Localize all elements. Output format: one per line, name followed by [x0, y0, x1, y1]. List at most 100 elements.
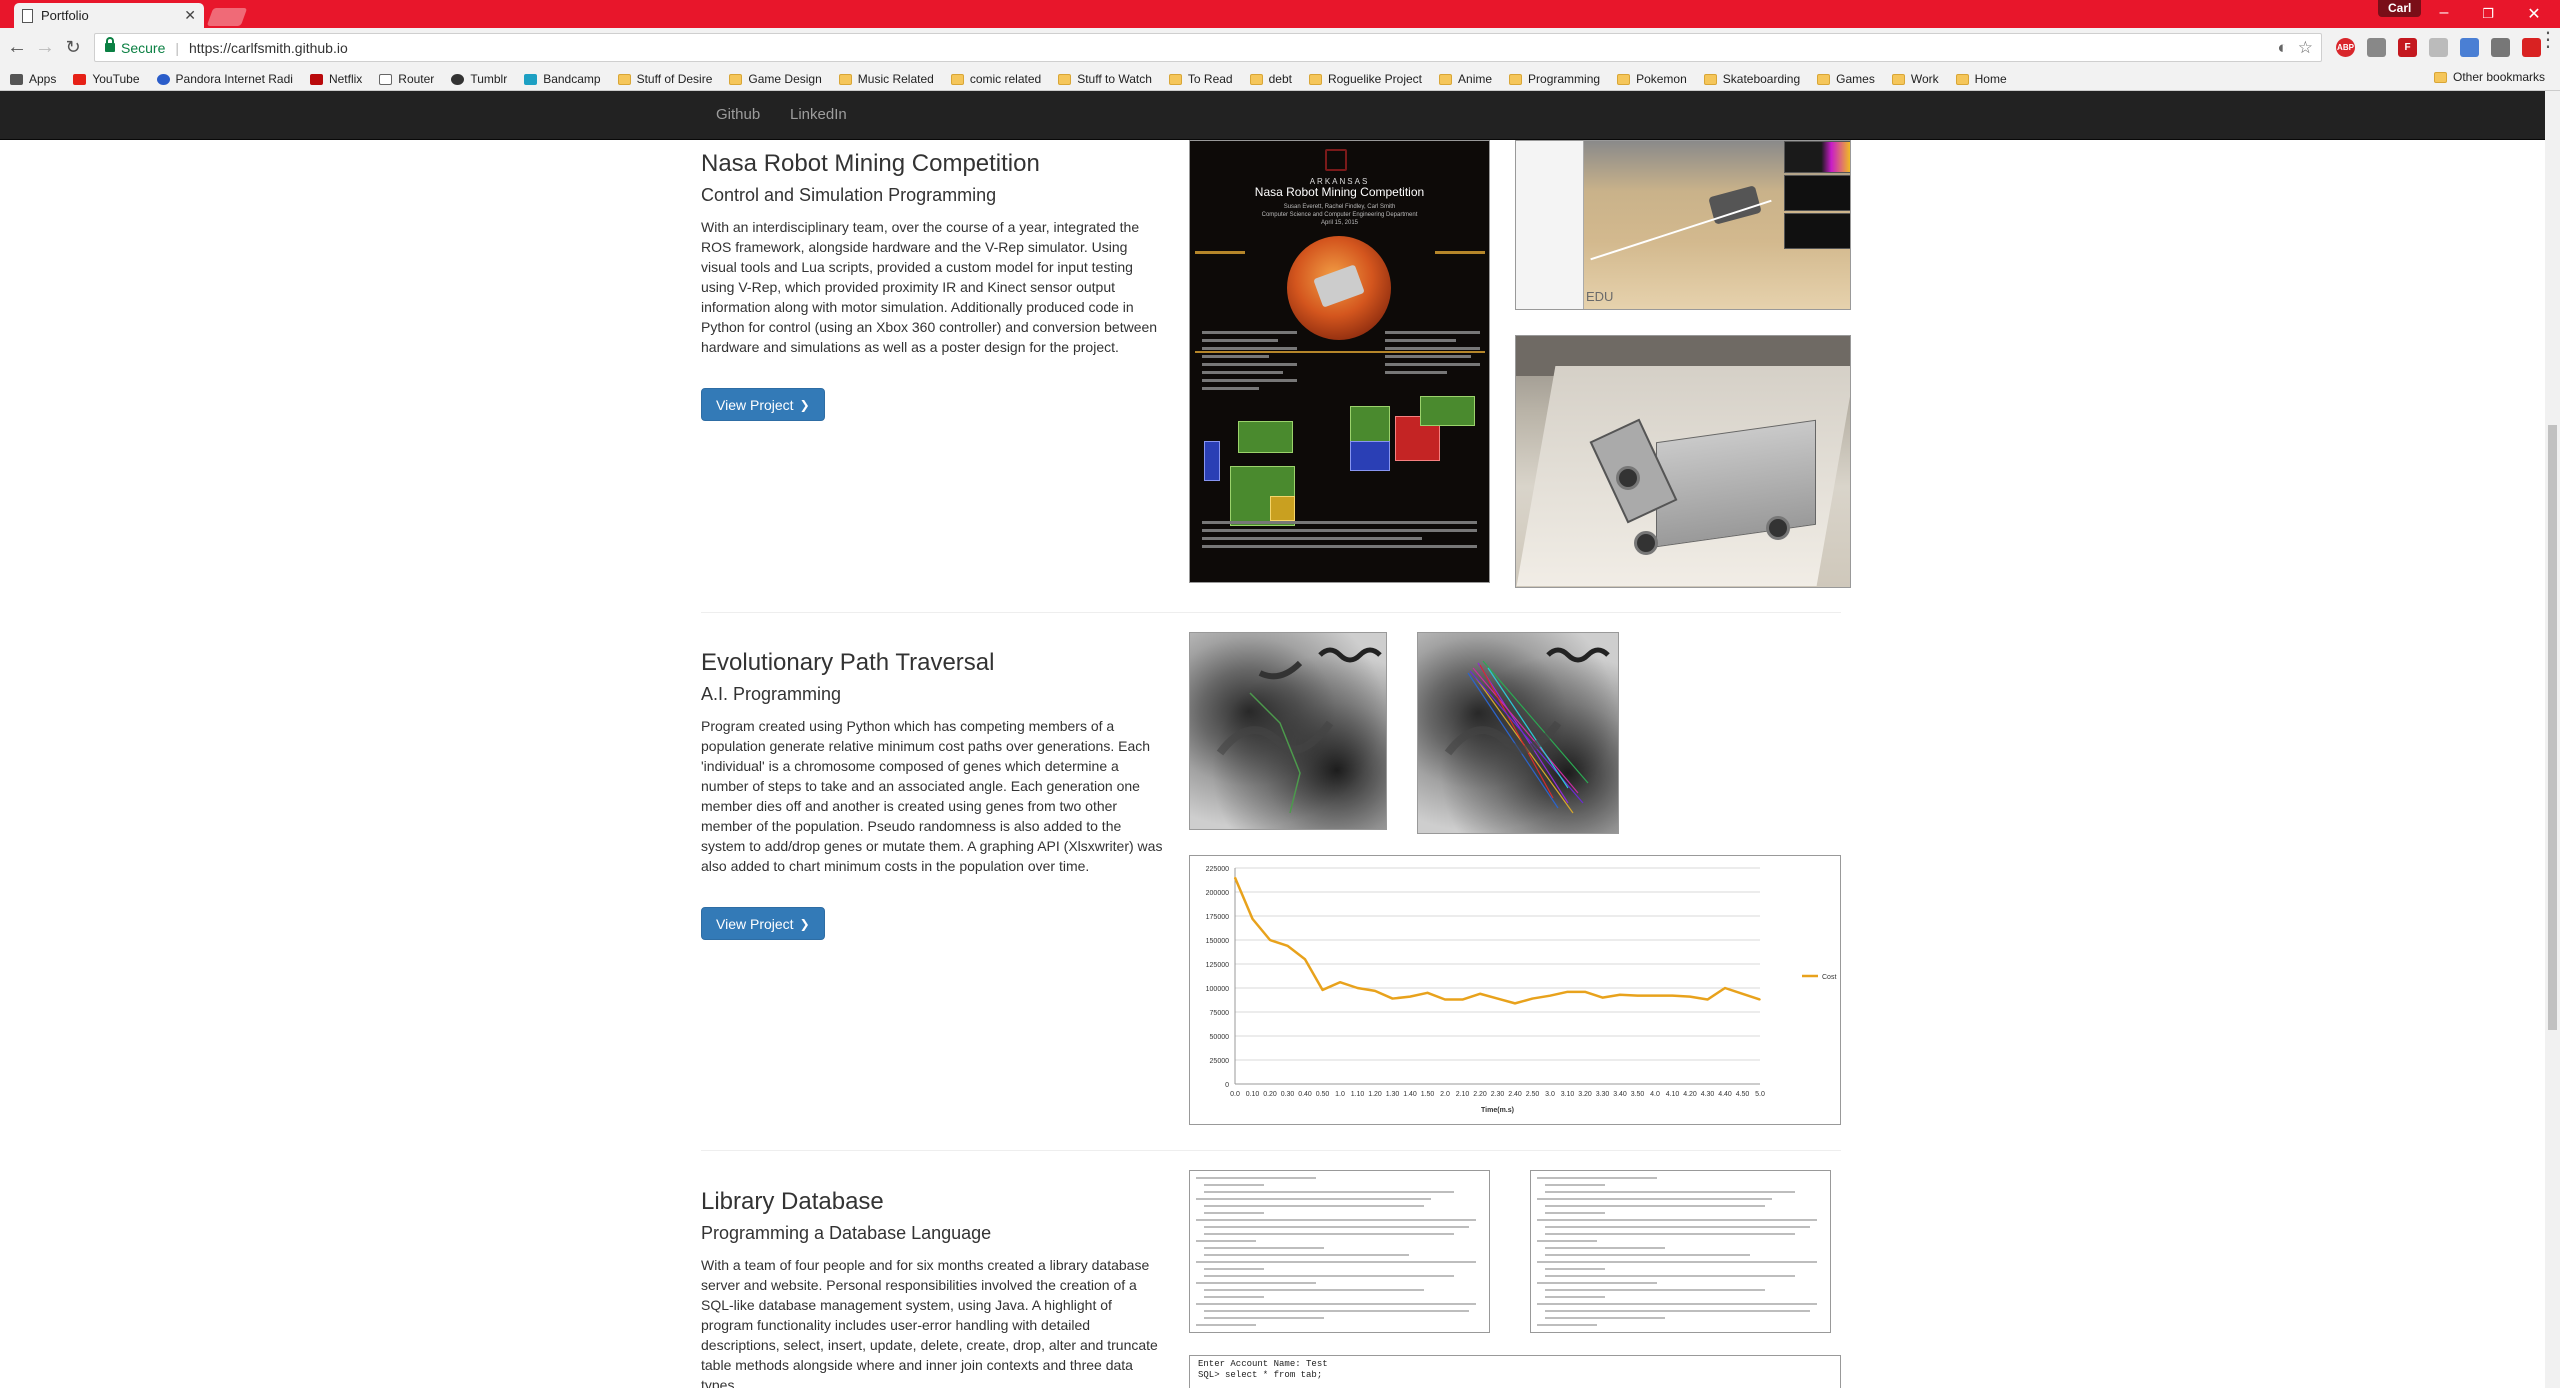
robot-wheel: [1766, 516, 1790, 540]
bookmark-item[interactable]: Work: [1891, 72, 1939, 86]
x-tick-label: 0.20: [1263, 1091, 1277, 1098]
legend-label: Cost: [1822, 974, 1836, 981]
bookmark-item[interactable]: Netflix: [309, 72, 363, 86]
bookmark-item[interactable]: Bandcamp: [524, 72, 601, 86]
bookmark-item[interactable]: Anime: [1439, 72, 1492, 86]
cast-icon[interactable]: [2429, 38, 2448, 57]
bookmark-item[interactable]: Tumblr: [451, 72, 507, 86]
star-icon[interactable]: ☆: [2298, 38, 2313, 58]
bookmark-label: Home: [1974, 72, 2007, 86]
bookmark-label: Anime: [1458, 72, 1493, 86]
bookmark-label: Netflix: [328, 72, 363, 86]
terrain-map-image[interactable]: [1189, 632, 1387, 830]
console-text-line: [1537, 1240, 1597, 1242]
data-point: [1706, 998, 1709, 1001]
bookmark-item[interactable]: Pokemon: [1617, 72, 1687, 86]
y-tick-label: 150000: [1206, 938, 1229, 945]
bookmark-item[interactable]: Skateboarding: [1703, 72, 1801, 86]
profile-button[interactable]: Carl: [2378, 0, 2422, 17]
restore-icon[interactable]: ❐: [2476, 6, 2500, 22]
bookmark-item[interactable]: Home: [1955, 72, 2007, 86]
console-text-line: [1196, 1261, 1476, 1263]
bookmark-item[interactable]: Games: [1817, 72, 1875, 86]
adblock-icon[interactable]: ABP: [2336, 38, 2355, 57]
pdf-extension-icon[interactable]: F: [2398, 38, 2417, 57]
bookmark-item[interactable]: Stuff of Desire: [617, 72, 712, 86]
robot-wheel: [1634, 531, 1658, 555]
extension-icon[interactable]: [2367, 38, 2386, 57]
close-icon[interactable]: ✕: [184, 7, 196, 24]
x-tick-label: 3.10: [1561, 1091, 1575, 1098]
folder-icon: [1617, 73, 1631, 85]
address-bar[interactable]: Secure | https://carlfsmith.github.io ◐ …: [94, 33, 2322, 62]
bookmark-item[interactable]: Game Design: [729, 72, 822, 86]
x-tick-label: 0.30: [1281, 1091, 1295, 1098]
bookmark-item[interactable]: comic related: [950, 72, 1041, 86]
bookmark-item[interactable]: Apps: [10, 72, 56, 86]
vrep-simulation-image[interactable]: EDU: [1515, 140, 1851, 310]
poster-department: Computer Science and Computer Engineerin…: [1261, 212, 1418, 218]
back-icon[interactable]: ←: [4, 36, 30, 59]
console-text-line: [1545, 1254, 1750, 1256]
bandcamp-icon: [524, 73, 538, 85]
menu-icon[interactable]: ⋮: [2538, 30, 2558, 50]
new-tab-button[interactable]: [206, 8, 248, 26]
extension-icon[interactable]: [2491, 38, 2510, 57]
tumblr-icon: [451, 73, 465, 85]
x-tick-label: 1.10: [1351, 1091, 1365, 1098]
translate-icon[interactable]: ◐: [2277, 38, 2287, 58]
section-divider: [701, 1150, 1841, 1151]
folder-icon: [1439, 73, 1453, 85]
robot-wheel: [1616, 466, 1640, 490]
scrollbar-thumb[interactable]: [2548, 425, 2557, 1030]
library-console-screenshot[interactable]: [1189, 1170, 1490, 1333]
forward-icon[interactable]: →: [32, 36, 58, 59]
project-poster-image[interactable]: ARKANSAS Nasa Robot Mining Competition S…: [1189, 140, 1490, 583]
bookmark-item[interactable]: Router: [379, 72, 434, 86]
reload-icon[interactable]: ↻: [60, 37, 86, 58]
nav-link-github[interactable]: Github: [716, 106, 760, 123]
bookmark-item[interactable]: Music Related: [838, 72, 934, 86]
cost-chart: 0 25000 50000 75000 100000 125000 150000 175000…: [1189, 855, 1841, 1125]
console-text-line: [1204, 1205, 1424, 1207]
x-tick-label: 3.20: [1578, 1091, 1592, 1098]
y-tick-label: 0: [1225, 1082, 1229, 1089]
poster-trace: [1435, 251, 1485, 254]
view-project-button[interactable]: View Project ❯: [701, 388, 825, 421]
bookmark-item[interactable]: YouTube: [73, 72, 140, 86]
folder-icon: [838, 73, 852, 85]
other-bookmarks[interactable]: Other bookmarks: [2434, 70, 2545, 84]
poster-trace: [1195, 251, 1245, 254]
library-query-screenshot[interactable]: Enter Account Name: Test SQL> select * f…: [1189, 1355, 1841, 1388]
library-console-screenshot[interactable]: [1530, 1170, 1831, 1333]
folder-icon: [1308, 73, 1322, 85]
bookmark-item[interactable]: To Read: [1168, 72, 1233, 86]
folder-icon: [950, 73, 964, 85]
tab-portfolio[interactable]: Portfolio ✕: [14, 3, 204, 28]
console-text-line: [1204, 1212, 1264, 1214]
poster-diagram-block: [1350, 441, 1390, 471]
data-point: [1374, 990, 1376, 992]
x-tick-label: 4.40: [1718, 1091, 1732, 1098]
bookmark-label: Skateboarding: [1722, 72, 1801, 86]
bookmark-item[interactable]: Stuff to Watch: [1058, 72, 1152, 86]
close-window-icon[interactable]: ✕: [2522, 4, 2546, 24]
nav-link-linkedin[interactable]: LinkedIn: [790, 106, 847, 123]
screenshot-icon[interactable]: [2460, 38, 2479, 57]
folder-icon: [1955, 73, 1969, 85]
folder-icon: [1509, 73, 1523, 85]
console-text-line: [1545, 1212, 1605, 1214]
bookmark-item[interactable]: Roguelike Project: [1308, 72, 1422, 86]
view-project-button[interactable]: View Project ❯: [701, 907, 825, 940]
bookmark-item[interactable]: debt: [1249, 72, 1292, 86]
minimize-icon[interactable]: –: [2432, 4, 2456, 22]
terrain-paths-image[interactable]: [1417, 632, 1619, 834]
bookmark-label: Tumblr: [470, 72, 508, 86]
data-point: [1759, 998, 1761, 1001]
x-tick-label: 1.0: [1335, 1091, 1345, 1098]
bookmark-item[interactable]: Programming: [1509, 72, 1600, 86]
robot-photo-image[interactable]: [1515, 335, 1851, 588]
x-tick-label: 2.0: [1440, 1091, 1450, 1098]
bookmark-item[interactable]: Pandora Internet Radi: [156, 72, 293, 86]
data-point: [1636, 994, 1639, 997]
